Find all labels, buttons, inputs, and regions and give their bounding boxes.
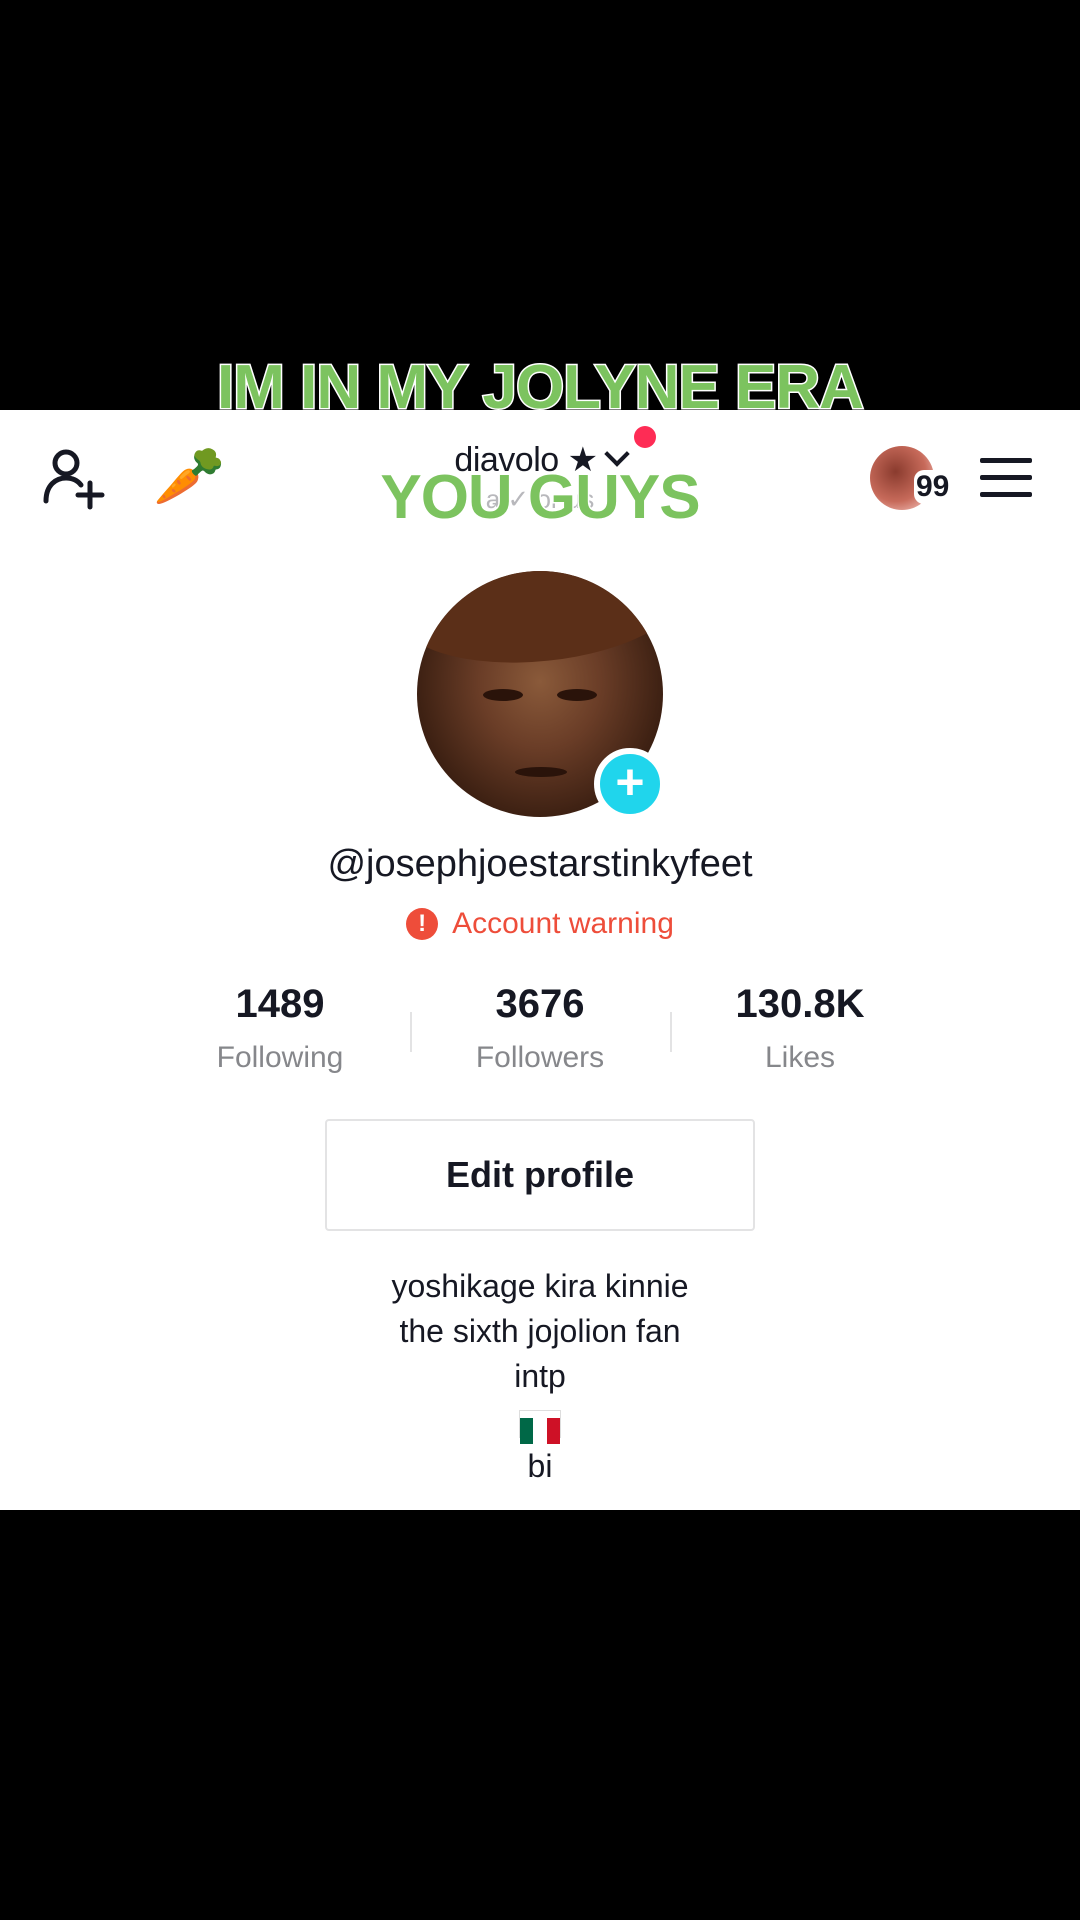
stat-label: Following	[216, 1041, 344, 1074]
profile-handle: @josephjoestarstinkyfeet	[327, 843, 753, 885]
overlay-caption-line2: YOU GUYS	[379, 462, 702, 534]
mexico-flag-icon	[519, 1409, 561, 1444]
bio-line: yoshikage kira kinnie	[391, 1268, 689, 1304]
add-avatar-plus-icon[interactable]: +	[594, 748, 666, 820]
bio-line: intp	[514, 1358, 566, 1394]
stat-label: Followers	[475, 1041, 605, 1074]
bio-flag-line	[0, 1399, 1080, 1444]
edit-profile-button[interactable]: Edit profile	[325, 1119, 755, 1231]
stat-following[interactable]: 1489 Following	[150, 980, 410, 1090]
profile-stats: 1489 Following 3676 Followers 130.8K Lik…	[150, 980, 930, 1090]
notification-dot	[634, 426, 656, 448]
stat-label: Likes	[764, 1041, 836, 1074]
overlay-caption-line1: IM IN MY JOLYNE ERA	[216, 352, 866, 424]
stat-value: 130.8K	[735, 982, 865, 1026]
stat-value: 3676	[495, 982, 585, 1026]
account-warning-label: Account warning	[452, 907, 674, 940]
stat-likes[interactable]: 130.8K Likes	[670, 980, 930, 1090]
bio-line: bi	[527, 1448, 553, 1484]
stat-value: 1489	[235, 982, 325, 1026]
warning-icon: !	[406, 908, 439, 940]
profile-bio: yoshikage kira kinnie the sixth jojolion…	[0, 1264, 1080, 1489]
account-warning-link[interactable]: ! Account warning	[0, 907, 1080, 941]
stat-followers[interactable]: 3676 Followers	[410, 980, 670, 1090]
bio-line: the sixth jojolion fan	[399, 1313, 681, 1349]
